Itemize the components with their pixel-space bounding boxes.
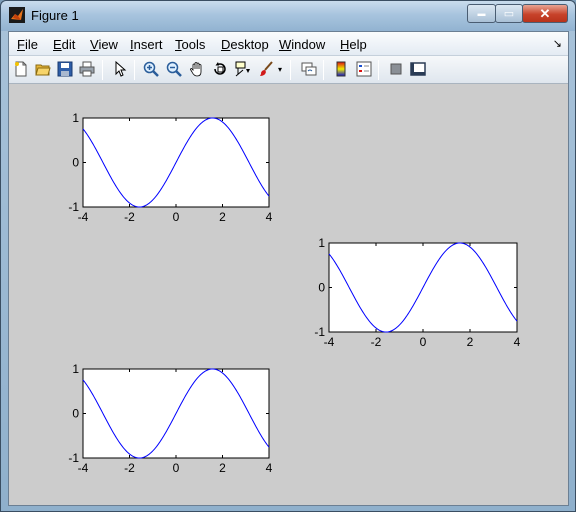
figure-client-area: File Edit View Insert Tools Desktop Wind… — [8, 31, 569, 506]
print-icon[interactable] — [77, 59, 97, 79]
x-tick-label: 0 — [173, 210, 180, 224]
title-bar[interactable]: Figure 1 ▬ ▭ ✕ — [1, 1, 575, 31]
link-plot-icon[interactable] — [299, 59, 319, 79]
x-tick-label: -4 — [324, 335, 335, 349]
close-icon: ✕ — [539, 5, 551, 21]
hide-plot-tools-icon[interactable] — [386, 59, 406, 79]
x-tick-label: 4 — [514, 335, 521, 349]
x-tick-label: 4 — [266, 461, 273, 475]
figure-window: Figure 1 ▬ ▭ ✕ File Edit View Insert Too… — [0, 0, 576, 512]
data-cursor-icon[interactable] — [233, 59, 253, 79]
dock-figure-icon[interactable]: ↘ — [553, 37, 562, 50]
y-tick-label: -1 — [68, 451, 79, 465]
maximize-button[interactable]: ▭ — [495, 4, 523, 23]
axes-1[interactable]: -4 -2 0 2 4 1 0 -1 — [68, 111, 272, 224]
rotate-3d-icon[interactable] — [210, 59, 230, 79]
colorbar-icon[interactable] — [331, 59, 351, 79]
toolbar-separator — [290, 60, 291, 80]
y-tick-label: 0 — [318, 281, 325, 295]
maximize-icon: ▭ — [503, 8, 515, 20]
menu-desktop[interactable]: Desktop — [221, 37, 269, 52]
close-button[interactable]: ✕ — [522, 4, 568, 23]
edit-plot-icon[interactable] — [110, 59, 130, 79]
x-tick-label: -4 — [78, 461, 89, 475]
minimize-button[interactable]: ▬ — [467, 4, 496, 23]
legend-icon[interactable] — [354, 59, 374, 79]
x-tick-label: 0 — [173, 461, 180, 475]
menu-view[interactable]: View — [90, 37, 118, 52]
brush-icon[interactable] — [256, 59, 276, 79]
figure-canvas[interactable]: -4 -2 0 2 4 1 0 -1 -4 -2 0 2 4 1 0 -1 -4 -2 0 2 4 1 0 -1 — [9, 85, 568, 505]
toolbar-separator — [323, 60, 324, 80]
menu-bar: File Edit View Insert Tools Desktop Wind… — [9, 32, 568, 56]
zoom-in-icon[interactable] — [141, 59, 161, 79]
y-tick-label: -1 — [314, 325, 325, 339]
minimize-icon: ▬ — [477, 9, 486, 18]
menu-insert[interactable]: Insert — [130, 37, 163, 52]
axes-3[interactable]: -4 -2 0 2 4 1 0 -1 — [68, 362, 272, 475]
toolbar-separator — [378, 60, 379, 80]
y-tick-label: 1 — [318, 236, 325, 250]
y-tick-label: 1 — [72, 111, 79, 125]
zoom-out-icon[interactable] — [164, 59, 184, 79]
open-file-icon[interactable] — [33, 59, 53, 79]
brush-dropdown-icon[interactable]: ▾ — [275, 59, 285, 79]
y-tick-label: 0 — [72, 407, 79, 421]
x-tick-label: 2 — [219, 210, 226, 224]
menu-window[interactable]: Window — [279, 37, 325, 52]
figure-toolbar: ▾ — [9, 56, 568, 84]
x-tick-label: 2 — [467, 335, 474, 349]
axes-2[interactable]: -4 -2 0 2 4 1 0 -1 — [314, 236, 520, 349]
menu-file[interactable]: File — [17, 37, 38, 52]
toolbar-separator — [102, 60, 103, 80]
pan-icon[interactable] — [187, 59, 207, 79]
x-tick-label: -2 — [124, 210, 135, 224]
x-tick-label: 0 — [420, 335, 427, 349]
y-tick-label: 0 — [72, 156, 79, 170]
x-tick-label: -4 — [78, 210, 89, 224]
x-tick-label: 2 — [219, 461, 226, 475]
show-plot-tools-icon[interactable] — [408, 59, 428, 79]
menu-tools[interactable]: Tools — [175, 37, 205, 52]
x-tick-label: 4 — [266, 210, 273, 224]
axes-canvas[interactable]: -4 -2 0 2 410-1-4 -2 0 2 410-1-4 -2 0 2 410-1 — [9, 85, 568, 505]
x-tick-label: -2 — [124, 461, 135, 475]
toolbar-separator — [134, 60, 135, 80]
menu-edit[interactable]: Edit — [53, 37, 75, 52]
save-icon[interactable] — [55, 59, 75, 79]
y-tick-label: 1 — [72, 362, 79, 376]
matlab-logo-icon — [9, 7, 25, 23]
x-tick-label: -2 — [371, 335, 382, 349]
new-figure-icon[interactable] — [11, 59, 31, 79]
window-title: Figure 1 — [31, 8, 79, 23]
y-tick-label: -1 — [68, 200, 79, 214]
menu-help[interactable]: Help — [340, 37, 367, 52]
